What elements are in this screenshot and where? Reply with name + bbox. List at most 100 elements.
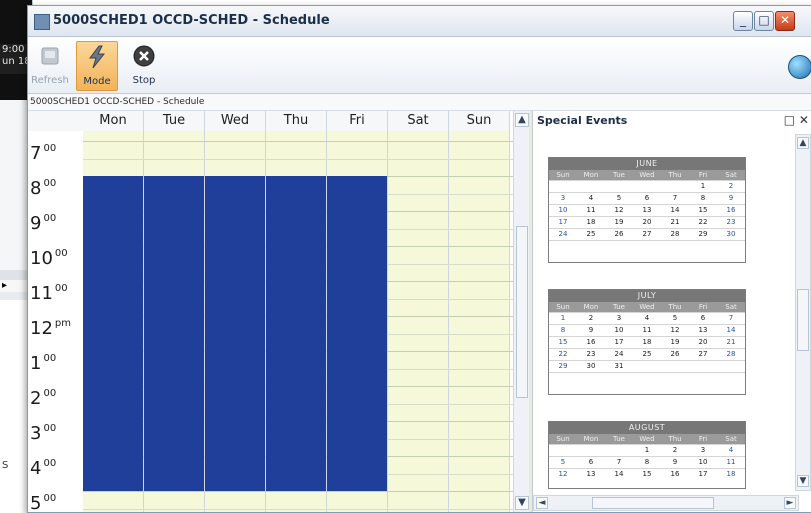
- calendar-day[interactable]: 3: [689, 444, 717, 456]
- calendar-day[interactable]: 20: [633, 216, 661, 228]
- schedule-vertical-scrollbar[interactable]: ▲ ▼: [513, 111, 529, 512]
- day-column-sat[interactable]: [388, 131, 449, 512]
- day-column-sun[interactable]: [449, 131, 510, 512]
- calendar-day[interactable]: 30: [717, 228, 745, 240]
- calendar-day[interactable]: 16: [717, 204, 745, 216]
- calendar-day[interactable]: 29: [549, 360, 577, 372]
- minimize-button[interactable]: _: [733, 11, 753, 31]
- mode-button[interactable]: Mode: [76, 41, 118, 91]
- calendar-day[interactable]: 15: [689, 204, 717, 216]
- month-title[interactable]: JUNE: [549, 158, 745, 170]
- calendar-day[interactable]: 15: [633, 468, 661, 480]
- calendar-day[interactable]: 11: [577, 204, 605, 216]
- day-header-tue[interactable]: Tue: [144, 111, 205, 131]
- calendar-day[interactable]: 8: [633, 456, 661, 468]
- title-bar[interactable]: 5000SCHED1 OCCD-SCHED - Schedule _ □ ✕: [28, 6, 811, 37]
- day-header-thu[interactable]: Thu: [266, 111, 327, 131]
- calendar-day[interactable]: 21: [661, 216, 689, 228]
- calendar-day[interactable]: 8: [689, 192, 717, 204]
- events-scroll-down-icon[interactable]: ▼: [797, 475, 809, 487]
- calendar-day[interactable]: 9: [717, 192, 745, 204]
- calendar-day[interactable]: 17: [605, 336, 633, 348]
- calendar-day[interactable]: 26: [661, 348, 689, 360]
- calendar-day[interactable]: 6: [633, 192, 661, 204]
- calendar-day[interactable]: 27: [633, 228, 661, 240]
- calendar-day[interactable]: 18: [577, 216, 605, 228]
- calendar-day[interactable]: 21: [717, 336, 745, 348]
- scroll-down-icon[interactable]: ▼: [515, 496, 529, 510]
- calendar-day[interactable]: 14: [717, 324, 745, 336]
- calendar-day[interactable]: 7: [661, 192, 689, 204]
- calendar-day[interactable]: 2: [577, 312, 605, 324]
- events-vertical-scrollbar[interactable]: ▲ ▼: [795, 134, 811, 491]
- calendar-day[interactable]: 4: [577, 192, 605, 204]
- calendar-day[interactable]: 7: [605, 456, 633, 468]
- calendar-day[interactable]: 13: [577, 468, 605, 480]
- calendar-day[interactable]: 29: [689, 228, 717, 240]
- calendar-day[interactable]: 5: [661, 312, 689, 324]
- schedule-block-wed[interactable]: [205, 176, 265, 491]
- schedule-block-tue[interactable]: [144, 176, 204, 491]
- schedule-scroll-thumb[interactable]: [516, 226, 528, 398]
- calendar-day[interactable]: 20: [689, 336, 717, 348]
- calendar-day[interactable]: 2: [661, 444, 689, 456]
- calendar-day[interactable]: 28: [717, 348, 745, 360]
- calendar-day[interactable]: 10: [549, 204, 577, 216]
- calendar-day[interactable]: 1: [689, 180, 717, 192]
- calendar-day[interactable]: 3: [605, 312, 633, 324]
- calendar-day[interactable]: 31: [605, 360, 633, 372]
- calendar-day[interactable]: 11: [717, 456, 745, 468]
- calendar-day[interactable]: 10: [689, 456, 717, 468]
- calendar-day[interactable]: 22: [549, 348, 577, 360]
- calendar-day[interactable]: 13: [689, 324, 717, 336]
- calendar-day[interactable]: 14: [661, 204, 689, 216]
- calendar-day[interactable]: 17: [549, 216, 577, 228]
- calendar-day[interactable]: 15: [549, 336, 577, 348]
- calendar-day[interactable]: 23: [717, 216, 745, 228]
- calendar-day[interactable]: 11: [633, 324, 661, 336]
- calendar-day[interactable]: 26: [605, 228, 633, 240]
- calendar-day[interactable]: 30: [577, 360, 605, 372]
- calendar-day[interactable]: 6: [689, 312, 717, 324]
- calendar-day[interactable]: 23: [577, 348, 605, 360]
- calendar-day[interactable]: 17: [689, 468, 717, 480]
- calendar-day[interactable]: 19: [661, 336, 689, 348]
- calendar-day[interactable]: 28: [661, 228, 689, 240]
- day-header-sat[interactable]: Sat: [388, 111, 449, 131]
- month-title[interactable]: JULY: [549, 290, 745, 302]
- calendar-day[interactable]: 9: [661, 456, 689, 468]
- events-horizontal-scrollbar[interactable]: ◄ ►: [533, 495, 799, 511]
- stop-button[interactable]: Stop: [124, 41, 164, 89]
- calendar-day[interactable]: 12: [549, 468, 577, 480]
- calendar-day[interactable]: 27: [689, 348, 717, 360]
- calendar-day[interactable]: 4: [717, 444, 745, 456]
- refresh-button[interactable]: Refresh: [30, 41, 70, 89]
- scroll-right-icon[interactable]: ►: [784, 497, 796, 509]
- events-hscroll-thumb[interactable]: [592, 497, 714, 509]
- maximize-button[interactable]: □: [754, 11, 774, 31]
- calendar-day[interactable]: 25: [633, 348, 661, 360]
- calendar-day[interactable]: 6: [577, 456, 605, 468]
- calendar-day[interactable]: 1: [633, 444, 661, 456]
- calendar-day[interactable]: 16: [577, 336, 605, 348]
- events-scroll-thumb[interactable]: [797, 289, 809, 351]
- calendar-day[interactable]: 10: [605, 324, 633, 336]
- calendar-day[interactable]: 16: [661, 468, 689, 480]
- calendar-day[interactable]: 25: [577, 228, 605, 240]
- calendar-day[interactable]: 8: [549, 324, 577, 336]
- day-header-sun[interactable]: Sun: [449, 111, 510, 131]
- calendar-day[interactable]: 12: [661, 324, 689, 336]
- schedule-block-mon[interactable]: [83, 176, 143, 491]
- scroll-up-icon[interactable]: ▲: [515, 113, 529, 127]
- calendar-day[interactable]: 2: [717, 180, 745, 192]
- calendar-day[interactable]: 18: [717, 468, 745, 480]
- month-title[interactable]: AUGUST: [549, 422, 745, 434]
- day-header-mon[interactable]: Mon: [83, 111, 144, 131]
- day-header-wed[interactable]: Wed: [205, 111, 266, 131]
- calendar-day[interactable]: 22: [689, 216, 717, 228]
- calendar-day[interactable]: 7: [717, 312, 745, 324]
- calendar-day[interactable]: 24: [605, 348, 633, 360]
- close-button[interactable]: ✕: [775, 11, 795, 31]
- calendar-day[interactable]: 18: [633, 336, 661, 348]
- calendar-day[interactable]: 24: [549, 228, 577, 240]
